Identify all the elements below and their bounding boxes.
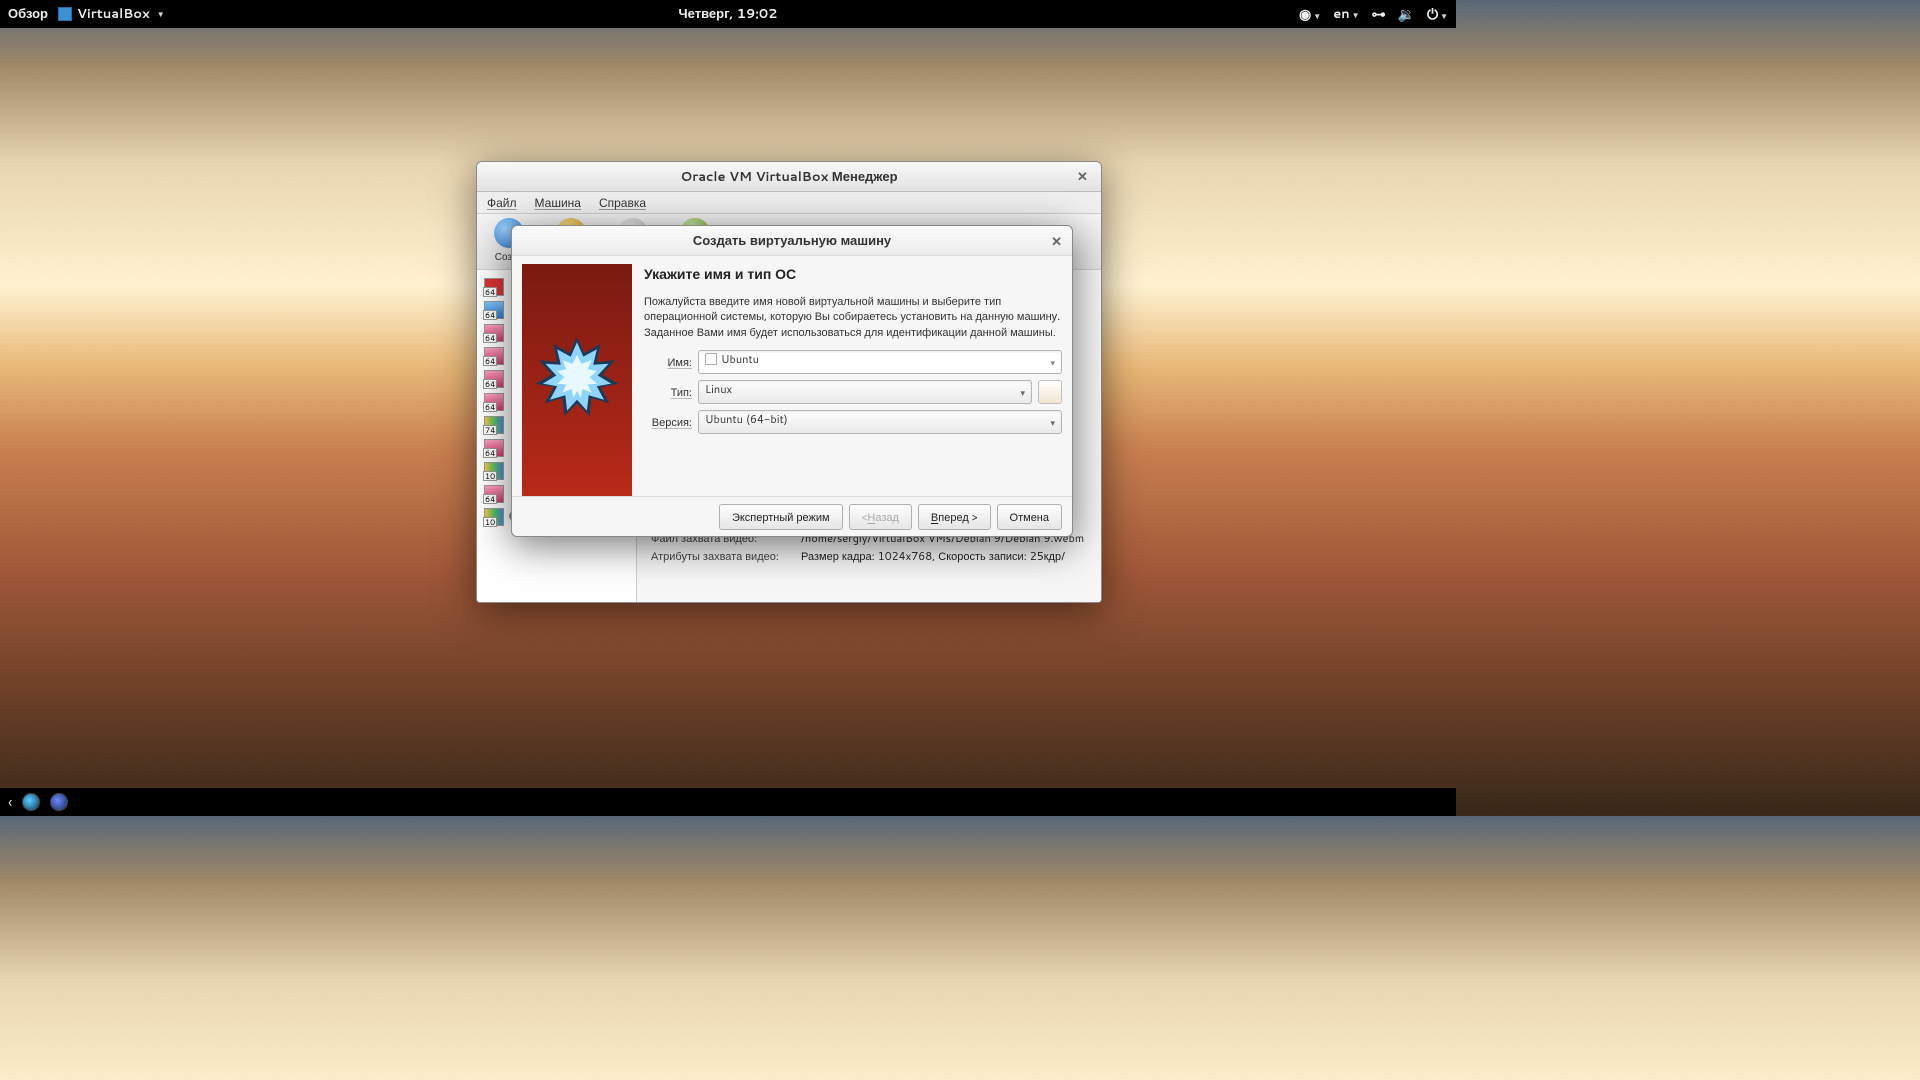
volume-icon[interactable]: 🔉 (1398, 4, 1415, 24)
clock[interactable]: Четверг, 19:02 (679, 5, 778, 23)
gnome-bottom-bar: ‹ (0, 788, 1456, 816)
show-apps-icon[interactable]: ‹ (8, 791, 12, 814)
detail-row: Атрибуты захвата видео: Размер кадра: 10… (651, 548, 1087, 564)
active-app-indicator[interactable]: VirtualBox ▼ (58, 5, 165, 23)
chevron-down-icon: ▼ (157, 8, 165, 20)
os-logo-icon (1038, 380, 1062, 404)
chevron-down-icon: ▾ (1020, 386, 1025, 399)
window-title: Oracle VM VirtualBox Менеджер (680, 168, 897, 186)
vm-os-icon: 10 (484, 462, 504, 480)
vm-os-icon: 64 (484, 485, 504, 503)
menubar: Файл Машина Справка (477, 192, 1101, 214)
menu-help[interactable]: Справка (599, 194, 646, 211)
dialog-title: Создать виртуальную машину (693, 232, 891, 250)
vm-os-icon: 64 (484, 301, 504, 319)
dock-app-icon[interactable] (22, 793, 40, 811)
label-name: Имя: (644, 354, 692, 370)
cancel-button[interactable]: Отмена (997, 504, 1062, 530)
next-button[interactable]: Вперед > (918, 504, 991, 530)
vm-os-icon: 64 (484, 324, 504, 342)
starburst-icon (532, 335, 622, 425)
network-icon[interactable]: ⊶ (1372, 4, 1386, 24)
menu-machine[interactable]: Машина (535, 194, 581, 211)
vm-os-icon: 64 (484, 278, 504, 296)
activities-button[interactable]: Обзор (8, 5, 48, 23)
cube-icon (705, 353, 717, 365)
chevron-down-icon[interactable]: ▾ (1050, 356, 1055, 369)
wizard-description: Пожалуйста введите имя новой виртуальной… (644, 294, 1062, 340)
power-icon[interactable]: ⏻▼ (1427, 4, 1448, 24)
vm-os-icon: 64 (484, 347, 504, 365)
name-input[interactable]: Ubuntu ▾ (698, 350, 1062, 374)
vm-os-icon: 64 (484, 439, 504, 457)
virtualbox-icon (58, 7, 72, 21)
chevron-down-icon: ▾ (1050, 416, 1055, 429)
wizard-footer: Экспертный режим < Назад Вперед > Отмена (512, 496, 1072, 536)
dialog-titlebar[interactable]: Создать виртуальную машину ✕ (512, 226, 1072, 256)
vm-os-icon: 10 (484, 508, 504, 526)
vm-os-icon: 74 (484, 416, 504, 434)
wizard-heading: Укажите имя и тип ОС (644, 264, 1062, 284)
dock-app-icon[interactable] (50, 793, 68, 811)
vm-os-icon: 64 (484, 370, 504, 388)
label-version: Версия: (644, 414, 692, 430)
accessibility-icon[interactable]: ◉▼ (1299, 4, 1321, 24)
close-icon[interactable]: ✕ (1051, 233, 1062, 251)
create-vm-wizard: Создать виртуальную машину ✕ Укажите имя… (511, 225, 1073, 537)
gnome-top-bar: Обзор VirtualBox ▼ Четверг, 19:02 ◉▼ en▼… (0, 0, 1456, 28)
label-type: Тип: (644, 384, 692, 400)
close-icon[interactable]: ✕ (1077, 168, 1093, 184)
version-select[interactable]: Ubuntu (64-bit) ▾ (698, 410, 1062, 434)
expert-mode-button[interactable]: Экспертный режим (719, 504, 843, 530)
menu-file[interactable]: Файл (487, 194, 517, 211)
window-titlebar[interactable]: Oracle VM VirtualBox Менеджер ✕ (477, 162, 1101, 192)
wizard-artwork (522, 264, 632, 496)
keyboard-layout-indicator[interactable]: en▼ (1333, 5, 1359, 23)
back-button[interactable]: < Назад (849, 504, 912, 530)
type-select[interactable]: Linux ▾ (698, 380, 1032, 404)
vm-os-icon: 64 (484, 393, 504, 411)
